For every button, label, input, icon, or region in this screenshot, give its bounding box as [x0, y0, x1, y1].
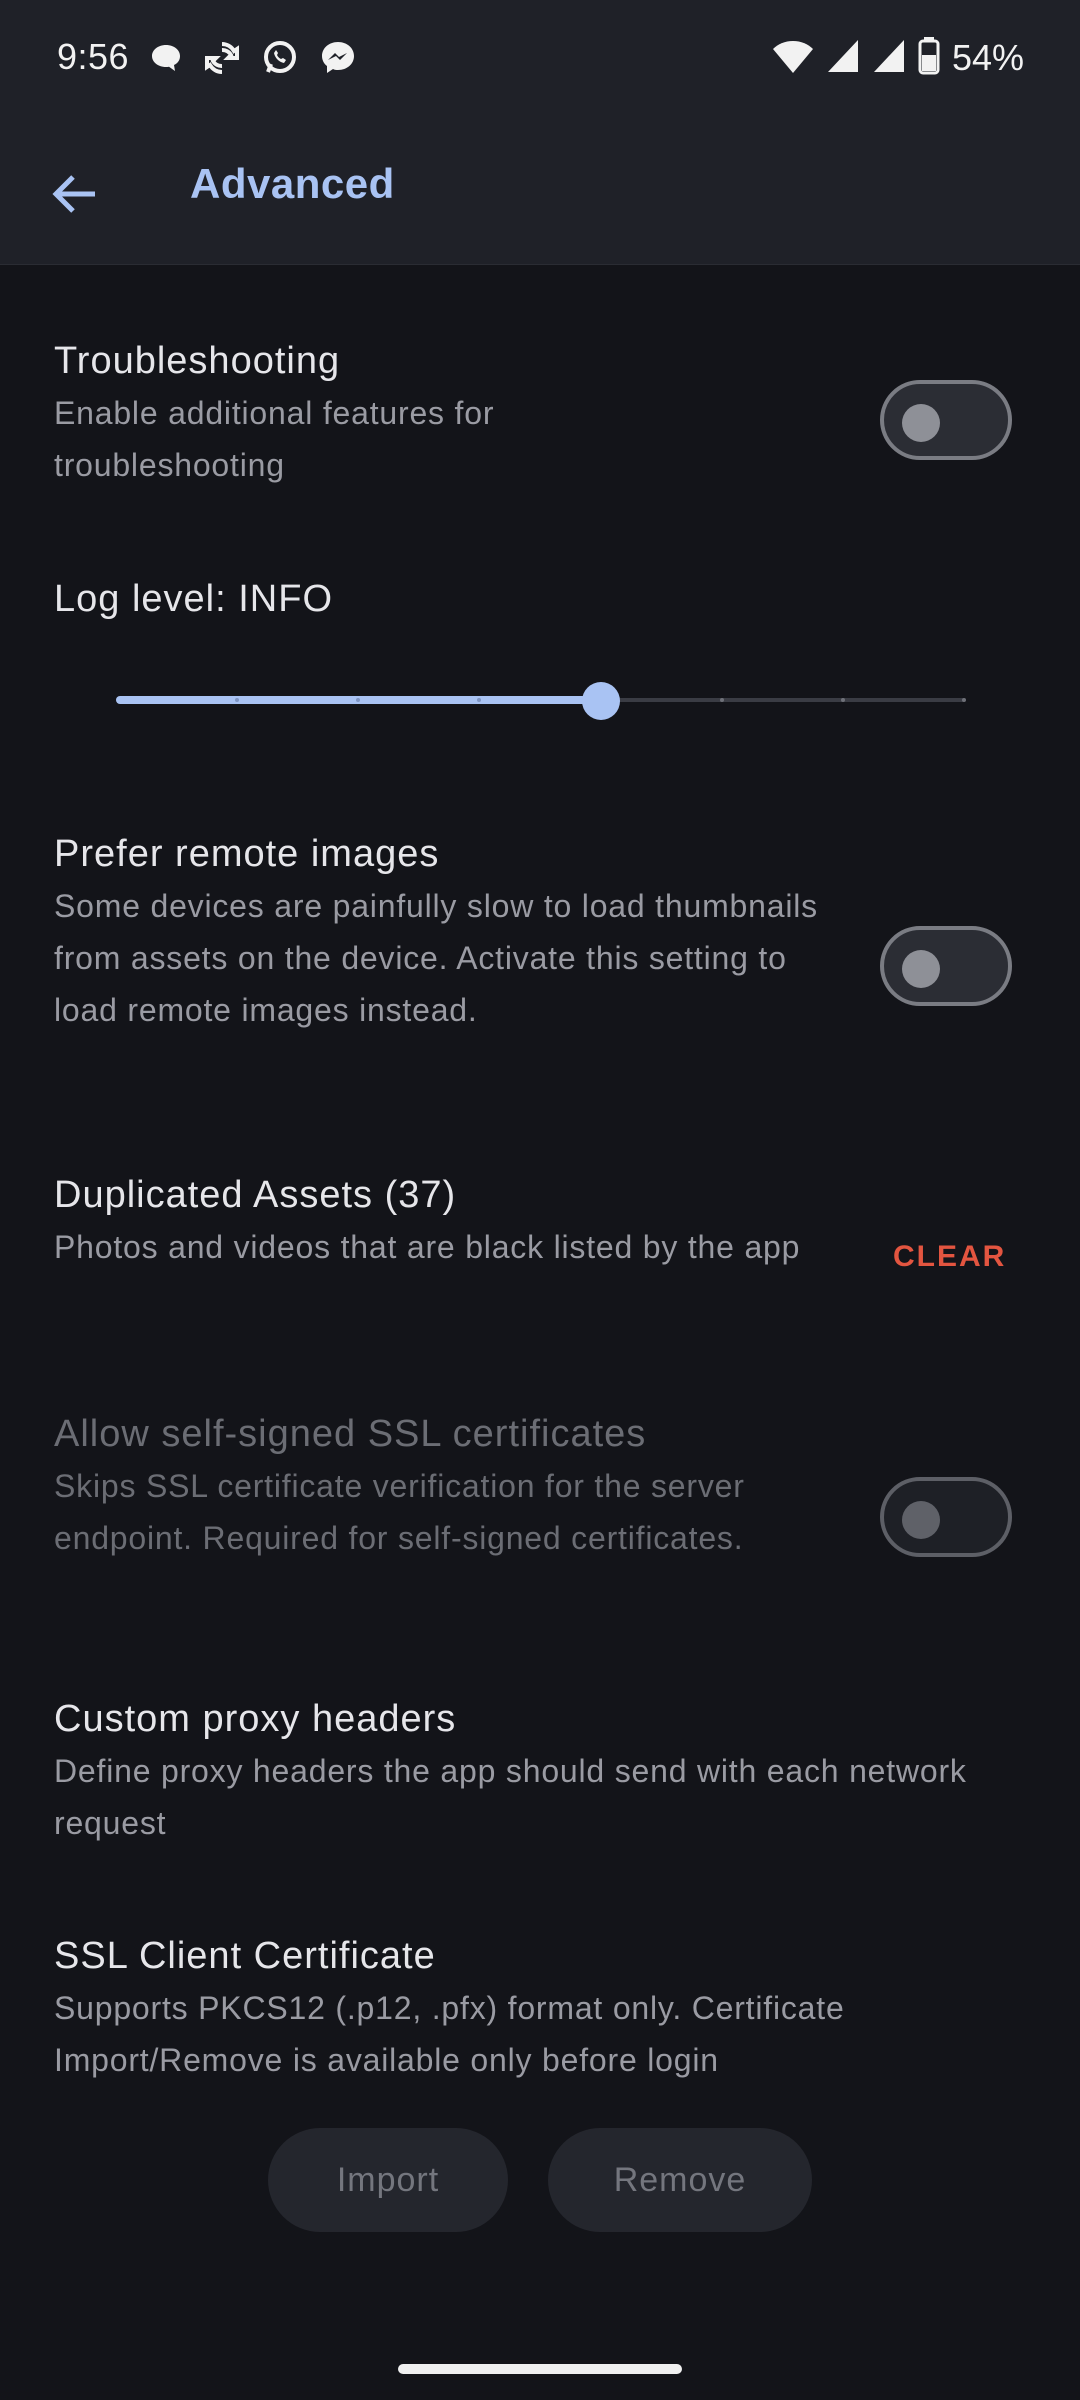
- toggle-knob: [902, 1501, 940, 1539]
- setting-title: Duplicated Assets (37): [54, 1174, 457, 1216]
- setting-description: Some devices are painfully slow to load …: [54, 888, 818, 1028]
- troubleshooting-toggle[interactable]: [880, 380, 1012, 460]
- signal-icon: [826, 38, 860, 79]
- setting-custom-proxy-headers[interactable]: Custom proxy headers Define proxy header…: [54, 1698, 1026, 1849]
- setting-description: Define proxy headers the app should send…: [54, 1753, 967, 1841]
- remove-certificate-button[interactable]: Remove: [548, 2128, 812, 2232]
- status-time: 9:56: [57, 36, 130, 77]
- setting-title: Allow self-signed SSL certificates: [54, 1413, 647, 1455]
- toggle-knob: [902, 950, 940, 988]
- import-certificate-button[interactable]: Import: [268, 2128, 508, 2232]
- self-signed-ssl-toggle: [880, 1477, 1012, 1557]
- system-icons: 54%: [772, 36, 1024, 80]
- battery-percentage: 54%: [951, 37, 1024, 78]
- notification-icons: [148, 38, 358, 82]
- setting-log-level: Log level: INFO: [54, 578, 1026, 621]
- advanced-settings-screen: 9:56 54% Advanced Troubleshooting Enable…: [0, 0, 1080, 2400]
- setting-title: Prefer remote images: [54, 833, 440, 875]
- setting-title: Log level: INFO: [54, 578, 333, 620]
- wifi-icon: [772, 37, 814, 80]
- setting-description: Enable additional features for troublesh…: [54, 395, 495, 483]
- clear-duplicates-button[interactable]: CLEAR: [893, 1240, 1006, 1274]
- setting-duplicated-assets: Duplicated Assets (37) Photos and videos…: [54, 1174, 1026, 1273]
- log-level-slider[interactable]: [116, 682, 966, 720]
- signal-icon: [872, 38, 906, 79]
- home-indicator[interactable]: [398, 2364, 682, 2374]
- page-title: Advanced: [190, 160, 395, 207]
- toggle-knob: [902, 404, 940, 442]
- arrow-left-icon: [52, 175, 95, 213]
- setting-title: SSL Client Certificate: [54, 1935, 436, 1977]
- setting-title: Custom proxy headers: [54, 1698, 457, 1740]
- slider-tick: [719, 698, 724, 702]
- chat-bubble-icon: [148, 40, 184, 81]
- sync-icon: [202, 38, 242, 83]
- messenger-icon: [318, 38, 358, 83]
- battery-icon: [918, 36, 940, 80]
- setting-description: Supports PKCS12 (.p12, .pfx) format only…: [54, 1990, 845, 2078]
- setting-self-signed-ssl: Allow self-signed SSL certificates Skips…: [54, 1413, 1026, 1564]
- setting-prefer-remote-images[interactable]: Prefer remote images Some devices are pa…: [54, 833, 1026, 1036]
- app-bar: Advanced: [0, 120, 1080, 265]
- setting-description: Skips SSL certificate verification for t…: [54, 1468, 745, 1556]
- slider-tick: [840, 698, 845, 702]
- slider-tick: [962, 698, 966, 702]
- setting-ssl-client-certificate: SSL Client Certificate Supports PKCS12 (…: [54, 1935, 1026, 2086]
- setting-description: Photos and videos that are black listed …: [54, 1229, 801, 1265]
- prefer-remote-images-toggle[interactable]: [880, 926, 1012, 1006]
- setting-title: Troubleshooting: [54, 340, 341, 382]
- back-button[interactable]: [44, 164, 104, 224]
- slider-thumb[interactable]: [581, 682, 620, 720]
- whatsapp-icon: [260, 38, 300, 83]
- status-bar: 9:56 54%: [0, 0, 1080, 120]
